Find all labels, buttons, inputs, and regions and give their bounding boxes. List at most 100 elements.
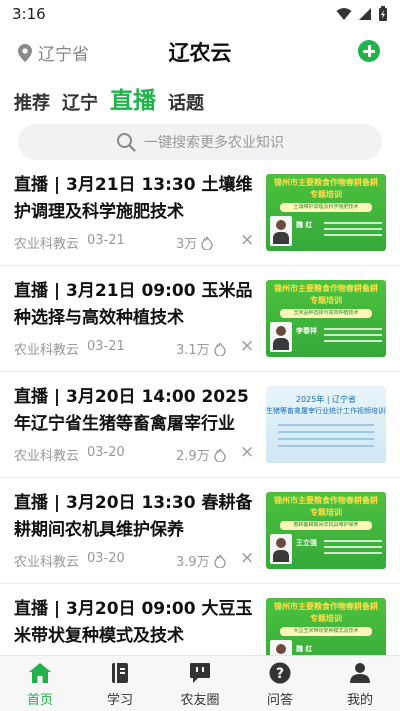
thumb-info-lines [324,222,382,240]
tab-topics[interactable]: 话题 [168,92,204,116]
nav-qa[interactable]: ? 问答 [240,656,320,711]
nav-label: 农友圈 [180,693,220,708]
item-thumbnail: 锦州市主要粮食作物春耕备耕 专题培训 春耕备耕期间农机具维护保养 王立强 [266,492,386,569]
status-icons [336,6,388,22]
thumb-subtitle: 专题培训 [310,508,342,517]
thumb-topic: 大豆玉米带状复种模式及技术 [280,627,372,636]
thumb-title: 锦州市主要粮食作物春耕备耕 [274,178,378,187]
view-count: 2.9万 [176,449,210,464]
thumb-info-lines [324,540,382,558]
thumb-subtitle: 生猪等畜禽屠宰行业统计工作视频培训会 [266,407,386,415]
thumb-title: 锦州市主要粮食作物春耕备耕 [274,496,378,505]
item-source: 农业科教云 [14,237,80,252]
nav-community[interactable]: 农友圈 [160,656,240,711]
view-count: 3.1万 [176,343,210,358]
item-thumbnail: 锦州市主要粮食作物春耕备耕 专题培训 玉米品种选择与高效种植技术 李春祥 [266,280,386,357]
item-views: 2.9万 [176,445,226,464]
item-thumbnail: 锦州市主要粮食作物春耕备耕 专题培训 土壤维护调理及科学施肥技术 魏 红 [266,174,386,251]
speaker-name: 王立强 [296,539,317,547]
item-source: 农业科教云 [14,343,80,358]
home-icon [29,663,51,683]
location-pin-icon [18,43,32,62]
search-bar[interactable]: 一键搜索更多农业知识 [18,124,382,160]
location-label: 辽宁省 [38,45,89,65]
item-meta: 农业科教云 03-21 [14,339,125,358]
speaker-name: 李春祥 [296,327,317,335]
item-views: 3.9万 [176,551,226,570]
thumb-title: 2025年 | 辽宁省 [295,395,357,404]
item-views: 3.1万 [176,339,226,358]
status-time: 3:16 [12,5,46,23]
bottom-nav: 首页 学习 农友圈 ? 问答 我的 [0,655,400,711]
thumb-subtitle: 专题培训 [310,190,342,199]
feed-item[interactable]: 直播 | 3月21日 09:00 玉米品种选择与高效种植技术 农业科教云 03-… [0,266,400,372]
view-count: 3.9万 [176,555,210,570]
speaker-name: 魏 红 [296,221,313,229]
item-meta: 农业科教云 03-20 [14,551,125,570]
dismiss-button[interactable]: × [240,442,254,462]
nav-label: 问答 [266,693,293,708]
nav-profile[interactable]: 我的 [320,656,400,711]
thumb-topic: 土壤维护调理及科学施肥技术 [280,203,372,212]
feed-item[interactable]: 直播 | 3月21日 13:30 土壤维护调理及科学施肥技术 农业科教云 03-… [0,160,400,266]
flame-icon [214,342,226,356]
feed-item[interactable]: 直播 | 3月20日 13:30 春耕备耕期间农机具维护保养 农业科教云 03-… [0,478,400,584]
item-meta: 农业科教云 03-21 [14,233,125,252]
thumb-subtitle: 专题培训 [310,614,342,623]
thumb-subtitle: 专题培训 [310,296,342,305]
tab-liaoning[interactable]: 辽宁 [62,92,98,116]
thumb-topic: 春耕备耕期间农机具维护保养 [280,521,372,530]
battery-icon [379,6,387,21]
item-date: 03-20 [87,551,125,566]
nav-label: 我的 [346,693,373,708]
flame-icon [214,448,226,462]
signal-icon [359,8,371,20]
thumb-title: 锦州市主要粮食作物春耕备耕 [274,602,378,611]
speaker-photo [270,216,292,246]
thumb-info-lines [278,424,374,452]
live-feed: 直播 | 3月21日 13:30 土壤维护调理及科学施肥技术 农业科教云 03-… [0,160,400,690]
wifi-icon [336,8,352,20]
status-bar: 3:16 [0,0,400,28]
item-date: 03-21 [87,339,125,354]
item-title: 直播 | 3月20日 09:00 大豆玉米带状复种模式及技术 [14,599,253,646]
category-tabs: 推荐 辽宁 直播 话题 [14,84,204,116]
flame-icon [201,236,213,250]
item-source: 农业科教云 [14,449,80,464]
search-placeholder: 一键搜索更多农业知识 [144,135,284,151]
item-date: 03-20 [87,445,125,460]
speaker-name: 魏 红 [296,645,313,653]
item-source: 农业科教云 [14,555,80,570]
tab-recommend[interactable]: 推荐 [14,92,50,116]
dismiss-button[interactable]: × [240,230,254,250]
nav-study[interactable]: 学习 [80,656,160,711]
item-title: 直播 | 3月21日 13:30 土壤维护调理及科学施肥技术 [14,175,253,222]
flame-icon [214,554,226,568]
nav-label: 学习 [106,693,133,708]
nav-home[interactable]: 首页 [0,656,80,711]
item-views: 3万 [176,233,213,252]
thumb-info-lines [324,328,382,346]
thumb-topic: 玉米品种选择与高效种植技术 [280,309,372,318]
svg-text:?: ? [276,666,284,682]
feed-item[interactable]: 直播 | 3月20日 14:00 2025年辽宁省生猪等畜禽屠宰行业统... 农… [0,372,400,478]
tab-live[interactable]: 直播 [110,86,156,116]
chat-icon [190,663,210,683]
app-header: 辽宁省 辽农云 [0,28,400,76]
profile-icon [350,663,370,683]
dismiss-button[interactable]: × [240,336,254,356]
item-title: 直播 | 3月20日 13:30 春耕备耕期间农机具维护保养 [14,493,253,540]
book-icon [112,663,128,683]
thumb-title: 锦州市主要粮食作物春耕备耕 [274,284,378,293]
dismiss-button[interactable]: × [240,548,254,568]
speaker-photo [270,534,292,564]
location-selector[interactable]: 辽宁省 [18,40,89,65]
speaker-photo [270,322,292,352]
item-title: 直播 | 3月21日 09:00 玉米品种选择与高效种植技术 [14,281,253,328]
search-icon [117,133,136,152]
nav-label: 首页 [26,693,53,708]
item-title: 直播 | 3月20日 14:00 2025年辽宁省生猪等畜禽屠宰行业统... [14,387,249,434]
item-meta: 农业科教云 03-20 [14,445,125,464]
add-button[interactable] [358,40,380,62]
item-thumbnail: 2025年 | 辽宁省 生猪等畜禽屠宰行业统计工作视频培训会 [266,386,386,463]
